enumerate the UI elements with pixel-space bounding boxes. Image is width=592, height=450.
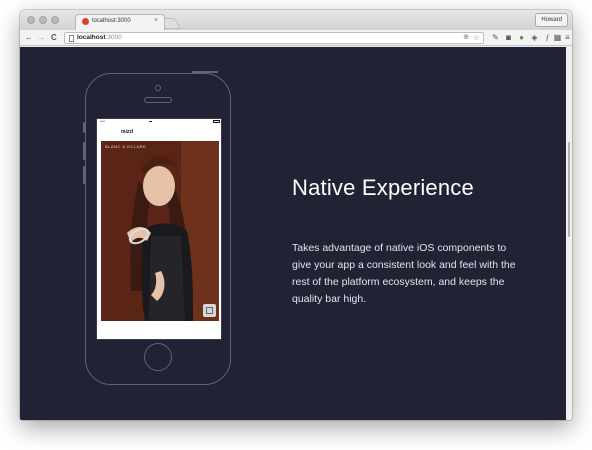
url-text: localhost:3000 — [77, 33, 122, 43]
page-icon — [69, 35, 74, 42]
feature-description: Takes advantage of native iOS components… — [292, 242, 516, 305]
close-window-button[interactable] — [27, 16, 35, 24]
back-button[interactable]: ← — [25, 32, 33, 43]
zoom-icon[interactable]: ⊕ — [463, 33, 469, 43]
evernote-icon[interactable]: ● — [516, 32, 527, 43]
mute-switch — [83, 122, 85, 133]
app-navbar-title: mizzl — [121, 129, 134, 135]
volume-up-button — [83, 142, 85, 160]
front-camera — [155, 85, 161, 91]
forward-button[interactable]: → — [37, 32, 45, 43]
tab-localhost[interactable]: localhost:3000 × — [75, 14, 165, 30]
feed-photo[interactable]: BLANC & ECLARE — [101, 141, 219, 321]
battery-icon — [213, 120, 220, 123]
url-host: localhost — [77, 34, 106, 41]
power-button — [192, 71, 218, 73]
page-scrollbar[interactable] — [566, 47, 572, 420]
favicon-icon — [82, 18, 89, 25]
page-viewport: ••••• ▬ mizzl BLANC & ECLARE Native Expe… — [20, 47, 572, 420]
feature-heading: Native Experience — [292, 175, 474, 200]
browser-toolbar: ← → C localhost:3000 ⊕ ☆ ✎ ◙ ● ◈ ƒ ▦ ≡ — [20, 30, 572, 46]
reload-button[interactable]: C — [51, 32, 57, 43]
volume-down-button — [83, 166, 85, 184]
shield-icon[interactable]: ◈ — [529, 32, 540, 43]
wrench-icon[interactable]: ✎ — [490, 32, 501, 43]
home-button — [144, 343, 172, 371]
photo-caption: BLANC & ECLARE — [105, 144, 147, 149]
iphone-mockup: ••••• ▬ mizzl BLANC & ECLARE — [83, 71, 231, 385]
scrollbar-thumb[interactable] — [568, 142, 570, 237]
address-bar[interactable]: localhost:3000 ⊕ ☆ — [64, 32, 484, 44]
earpiece-speaker — [144, 97, 172, 103]
repost-icon[interactable] — [203, 304, 216, 317]
profile-button[interactable]: Howard — [535, 13, 568, 27]
tab-title: localhost:3000 — [92, 18, 131, 24]
minimize-window-button[interactable] — [39, 16, 47, 24]
phone-screen: ••••• ▬ mizzl BLANC & ECLARE — [96, 118, 222, 340]
pocket-icon[interactable]: ◙ — [503, 32, 514, 43]
menu-icon[interactable]: ≡ — [562, 32, 572, 43]
bookmark-star-icon[interactable]: ☆ — [473, 33, 480, 43]
browser-window: localhost:3000 × Howard ← → C localhost:… — [20, 10, 572, 420]
tab-close-icon[interactable]: × — [154, 16, 158, 26]
url-port: :3000 — [105, 34, 122, 41]
app-navbar: mizzl — [97, 124, 221, 141]
tab-strip: localhost:3000 × Howard — [20, 10, 572, 30]
portrait-photo-image — [101, 141, 219, 321]
zoom-window-button[interactable] — [51, 16, 59, 24]
